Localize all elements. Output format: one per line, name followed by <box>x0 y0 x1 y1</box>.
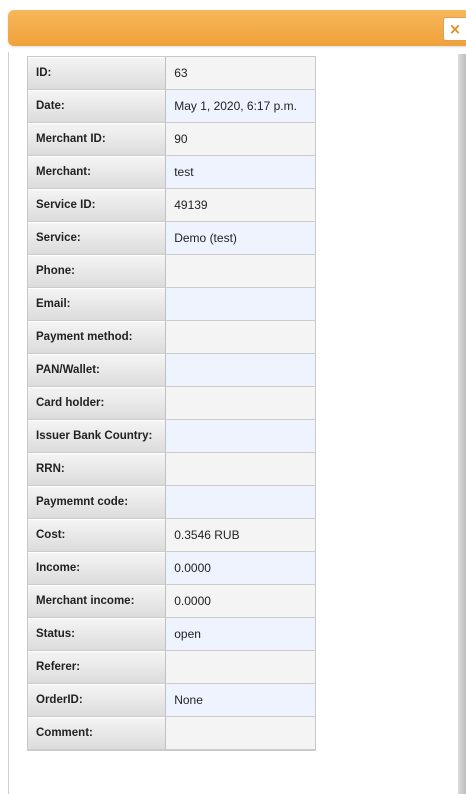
table-row: Paymemnt code: <box>28 486 315 519</box>
row-label: Merchant: <box>28 156 167 189</box>
row-label: Comment: <box>28 717 167 750</box>
row-label: Email: <box>28 288 167 321</box>
row-label: Referer: <box>28 651 167 684</box>
row-label: Income: <box>28 552 167 585</box>
row-value: Demo (test) <box>166 222 315 255</box>
table-row: Status: open <box>28 618 315 651</box>
row-value <box>166 387 315 420</box>
row-label: Payment method: <box>28 321 167 354</box>
row-value <box>166 717 315 750</box>
table-row: Merchant income: 0.0000 <box>28 585 315 618</box>
table-row: Payment method: <box>28 321 315 354</box>
row-value: 90 <box>166 123 315 156</box>
table-row: ID: 63 <box>28 57 315 90</box>
scrollbar[interactable] <box>458 54 466 794</box>
row-value: 63 <box>166 57 315 90</box>
row-label: Date: <box>28 90 167 123</box>
row-value: May 1, 2020, 6:17 p.m. <box>166 90 315 123</box>
row-label: PAN/Wallet: <box>28 354 167 387</box>
row-value <box>166 354 315 387</box>
row-value <box>166 255 315 288</box>
table-row: Cost: 0.3546 RUB <box>28 519 315 552</box>
row-label: Service: <box>28 222 167 255</box>
row-value <box>166 651 315 684</box>
row-value: 0.3546 RUB <box>166 519 315 552</box>
row-value <box>166 420 315 453</box>
row-label: Card holder: <box>28 387 167 420</box>
table-row: Income: 0.0000 <box>28 552 315 585</box>
table-row: Service: Demo (test) <box>28 222 315 255</box>
row-value: 0.0000 <box>166 585 315 618</box>
table-row: Comment: <box>28 717 315 750</box>
transaction-details-table: ID: 63 Date: May 1, 2020, 6:17 p.m. Merc… <box>27 56 316 751</box>
table-row: Service ID: 49139 <box>28 189 315 222</box>
row-label: ID: <box>28 57 167 90</box>
table-row: Email: <box>28 288 315 321</box>
table-row: Phone: <box>28 255 315 288</box>
table-row: OrderID: None <box>28 684 315 717</box>
row-label: Merchant income: <box>28 585 167 618</box>
row-value <box>166 288 315 321</box>
row-label: Service ID: <box>28 189 167 222</box>
close-icon: × <box>448 19 462 38</box>
row-value <box>166 486 315 519</box>
row-label: Paymemnt code: <box>28 486 167 519</box>
table-row: Referer: <box>28 651 315 684</box>
row-value: test <box>166 156 315 189</box>
row-value: 0.0000 <box>166 552 315 585</box>
table-row: Merchant: test <box>28 156 315 189</box>
table-row: Date: May 1, 2020, 6:17 p.m. <box>28 90 315 123</box>
table-row: Issuer Bank Country: <box>28 420 315 453</box>
table-row: PAN/Wallet: <box>28 354 315 387</box>
row-value <box>166 321 315 354</box>
row-value: None <box>166 684 315 717</box>
close-button[interactable]: × <box>443 17 466 41</box>
row-value: 49139 <box>166 189 315 222</box>
table-row: Card holder: <box>28 387 315 420</box>
row-label: Merchant ID: <box>28 123 167 156</box>
row-label: OrderID: <box>28 684 167 717</box>
row-label: Cost: <box>28 519 167 552</box>
row-label: Issuer Bank Country: <box>28 420 167 453</box>
dialog-titlebar: × <box>8 10 466 46</box>
row-value <box>166 453 315 486</box>
table-row: Merchant ID: 90 <box>28 123 315 156</box>
table-row: RRN: <box>28 453 315 486</box>
row-label: Phone: <box>28 255 167 288</box>
row-value: open <box>166 618 315 651</box>
row-label: RRN: <box>28 453 167 486</box>
row-label: Status: <box>28 618 167 651</box>
